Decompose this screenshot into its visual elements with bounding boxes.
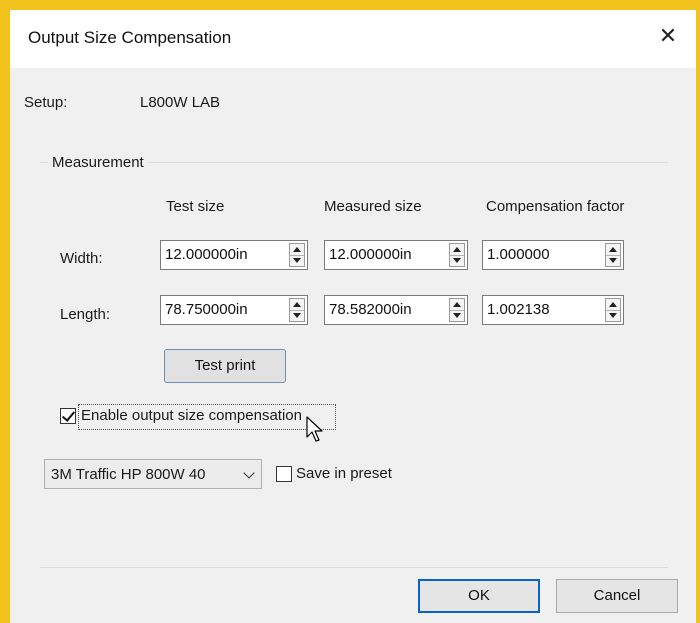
preset-select[interactable]: 3M Traffic HP 800W 40: [44, 459, 262, 489]
screenshot-frame: Output Size Compensation ✕ Setup: L800W …: [0, 0, 700, 623]
width-test-size-input[interactable]: 12.000000in: [160, 240, 308, 270]
arrow-down-icon[interactable]: [290, 310, 304, 321]
dialog-body: Setup: L800W LAB Measurement Test size M…: [10, 68, 696, 623]
chevron-down-icon[interactable]: [243, 467, 255, 479]
cancel-button[interactable]: Cancel: [556, 579, 678, 613]
mouse-pointer-icon: [306, 416, 323, 442]
width-measured-size-value: 12.000000in: [329, 246, 412, 263]
width-test-size-value: 12.000000in: [165, 246, 248, 263]
arrow-down-icon[interactable]: [606, 255, 620, 266]
width-factor-stepper[interactable]: [605, 243, 621, 267]
length-measured-size-value: 78.582000in: [329, 301, 412, 318]
setup-value: L800W LAB: [140, 94, 221, 111]
column-header-compensation-factor: Compensation factor: [486, 198, 625, 215]
save-in-preset-label[interactable]: Save in preset: [296, 465, 392, 482]
dialog-title: Output Size Compensation: [28, 28, 232, 47]
close-icon[interactable]: ✕: [656, 24, 680, 48]
width-compensation-factor-input[interactable]: 1.000000: [482, 240, 624, 270]
width-measured-size-stepper[interactable]: [449, 243, 465, 267]
length-test-size-stepper[interactable]: [289, 298, 305, 322]
output-size-compensation-dialog: Output Size Compensation ✕ Setup: L800W …: [10, 10, 696, 623]
arrow-down-icon[interactable]: [290, 255, 304, 266]
enable-compensation-checkbox[interactable]: [60, 408, 76, 424]
column-header-test-size: Test size: [166, 198, 225, 215]
arrow-down-icon[interactable]: [450, 255, 464, 266]
test-print-button[interactable]: Test print: [164, 349, 286, 383]
width-factor-value: 1.000000: [487, 246, 550, 263]
setup-label: Setup:: [24, 94, 68, 111]
measurement-group: [40, 162, 668, 568]
width-test-size-stepper[interactable]: [289, 243, 305, 267]
enable-compensation-label[interactable]: Enable output size compensation: [81, 407, 302, 424]
length-factor-value: 1.002138: [487, 301, 550, 318]
width-label: Width:: [60, 250, 103, 267]
length-measured-size-stepper[interactable]: [449, 298, 465, 322]
column-header-measured-size: Measured size: [324, 198, 422, 215]
measurement-group-label: Measurement: [48, 154, 148, 171]
width-measured-size-input[interactable]: 12.000000in: [324, 240, 468, 270]
save-in-preset-checkbox[interactable]: [276, 466, 292, 482]
arrow-down-icon[interactable]: [606, 310, 620, 321]
length-compensation-factor-input[interactable]: 1.002138: [482, 295, 624, 325]
ok-button[interactable]: OK: [418, 579, 540, 613]
length-factor-stepper[interactable]: [605, 298, 621, 322]
preset-selected-value: 3M Traffic HP 800W 40: [51, 466, 206, 483]
length-test-size-input[interactable]: 78.750000in: [160, 295, 308, 325]
length-test-size-value: 78.750000in: [165, 301, 248, 318]
length-label: Length:: [60, 306, 111, 323]
title-bar: Output Size Compensation ✕: [10, 10, 696, 68]
length-measured-size-input[interactable]: 78.582000in: [324, 295, 468, 325]
arrow-down-icon[interactable]: [450, 310, 464, 321]
